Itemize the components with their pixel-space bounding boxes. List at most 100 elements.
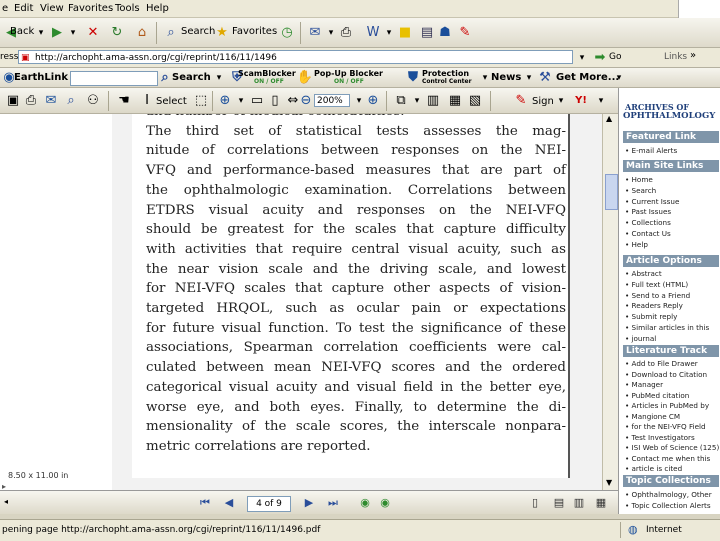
table-icon[interactable]: ▦ [446, 92, 464, 110]
sidebar-item[interactable]: • Mangione CM [625, 412, 680, 421]
scroll-thumb[interactable] [605, 174, 618, 210]
menu-file[interactable]: e [2, 3, 8, 14]
next-page-icon[interactable]: ▶ [302, 496, 316, 510]
home-icon[interactable]: ⌂ [133, 24, 151, 42]
sidebar-item[interactable]: • Test Investigators [625, 433, 695, 442]
sidebar-item[interactable]: • Search [625, 186, 656, 195]
zoom-level-input[interactable]: 200% [314, 94, 350, 107]
address-dropdown-icon[interactable]: ▾ [573, 49, 591, 67]
sidebar-item[interactable]: • Ophthalmology, Other [625, 490, 712, 499]
links-label[interactable]: Links [664, 52, 687, 62]
actual-size-icon[interactable]: ▭ [248, 92, 266, 110]
protection-button[interactable]: Protection [422, 69, 469, 78]
research-icon[interactable]: ▤ [418, 24, 436, 42]
sidebar-item[interactable]: • Help [625, 240, 648, 249]
earthlink-label[interactable]: EarthLink [14, 72, 68, 83]
sidebar-item[interactable]: • Topic Collection Alerts [625, 501, 711, 510]
history-icon[interactable]: ◷ [278, 24, 296, 42]
links-chevron-icon[interactable]: » [690, 50, 696, 61]
sign-pen-icon[interactable]: ✎ [512, 92, 530, 110]
sidebar-item[interactable]: • journal [625, 334, 656, 343]
favorites-button-label[interactable]: Favorites [232, 26, 277, 37]
snapshot-icon[interactable]: ⬚ [192, 92, 210, 110]
last-page-icon[interactable]: ⏭ [326, 496, 340, 510]
sidebar-item[interactable]: • Home [625, 175, 653, 184]
scamblocker-state[interactable]: ON / OFF [254, 78, 284, 85]
sidebar-item[interactable]: • Manager [625, 380, 663, 389]
status-scroll-left-icon[interactable]: ◂ [4, 497, 8, 506]
go-arrow-icon[interactable]: ➡ [591, 49, 609, 67]
zoom-out-icon[interactable]: ⊖ [297, 92, 315, 110]
facing-page-icon[interactable]: ▥ [572, 496, 586, 510]
continuous-facing-icon[interactable]: ▦ [594, 496, 608, 510]
refresh-icon[interactable]: ↻ [108, 24, 126, 42]
yahoo-dropdown-icon[interactable]: ▾ [592, 92, 610, 110]
sidebar-item[interactable]: • Submit reply [625, 312, 677, 321]
address-input[interactable]: ▣ http://archopht.ama-assn.org/cgi/repri… [18, 50, 573, 64]
back-button-label[interactable]: Back [10, 26, 34, 37]
protection-subtitle[interactable]: Control Center [422, 78, 472, 85]
sidebar-item[interactable]: • Add to File Drawer [625, 359, 698, 368]
earthlink-search-dropdown-icon[interactable]: ▾ [210, 69, 228, 87]
review-icon[interactable]: ▧ [466, 92, 484, 110]
go-button[interactable]: Go [609, 52, 621, 62]
news-button[interactable]: News [491, 72, 521, 83]
menu-edit[interactable]: Edit [14, 3, 33, 14]
menu-favorites[interactable]: Favorites [68, 3, 113, 14]
sidebar-item[interactable]: • ISI Web of Science (125) [625, 443, 719, 452]
pdf-search-icon[interactable]: ⌕ [62, 92, 80, 110]
forward-dropdown-icon[interactable]: ▾ [64, 24, 82, 42]
pdf-print-icon[interactable]: ⎙ [22, 92, 40, 110]
earthlink-search-input[interactable] [70, 71, 158, 86]
sidebar-item[interactable]: • Download to Citation [625, 370, 707, 379]
print-icon[interactable]: ⎙ [337, 24, 355, 42]
get-more-dropdown-icon[interactable]: ▾ [610, 69, 628, 87]
continuous-page-icon[interactable]: ▤ [552, 496, 566, 510]
select-tool-label[interactable]: Select [156, 96, 187, 107]
menu-tools[interactable]: Tools [115, 3, 140, 14]
sidebar-item[interactable]: • Contact Us [625, 229, 671, 238]
popup-blocker-button[interactable]: Pop-Up Blocker [314, 69, 383, 78]
sidebar-item[interactable]: • Collections [625, 218, 671, 227]
sign-button-label[interactable]: Sign [532, 96, 554, 107]
sign-dropdown-icon[interactable]: ▾ [552, 92, 570, 110]
page-number-input[interactable]: 4 of 9 [247, 496, 291, 512]
scroll-up-icon[interactable]: ▲ [606, 114, 612, 123]
reflow-icon[interactable]: ▥ [424, 92, 442, 110]
pdf-save-icon[interactable]: ▣ [4, 92, 22, 110]
menu-view[interactable]: View [40, 3, 64, 14]
sidebar-item[interactable]: • article is cited [625, 464, 682, 473]
previous-page-icon[interactable]: ◀ [222, 496, 236, 510]
menu-help[interactable]: Help [146, 3, 169, 14]
previous-view-icon[interactable]: ◉ [358, 496, 372, 510]
sidebar-item[interactable]: • Current Issue [625, 197, 679, 206]
sidebar-item[interactable]: • Send to a Friend [625, 291, 690, 300]
sidebar-item[interactable]: • Readers Reply [625, 301, 683, 310]
vertical-scrollbar[interactable]: ▲ ▼ [602, 114, 619, 490]
sidebar-item[interactable]: • Full text (HTML) [625, 280, 688, 289]
sidebar-item[interactable]: • Contact me when this [625, 454, 710, 463]
sidebar-item[interactable]: • for the NEI-VFQ Field [625, 422, 706, 431]
earthlink-search-button[interactable]: Search [172, 72, 211, 83]
favorites-star-icon[interactable]: ★ [213, 24, 231, 42]
sidebar-item[interactable]: • Similar articles in this [625, 323, 709, 332]
notes-icon[interactable]: ■ [396, 24, 414, 42]
stop-icon[interactable]: ✕ [84, 24, 102, 42]
pdf-email-icon[interactable]: ✉ [42, 92, 60, 110]
sidebar-item[interactable]: • Past Issues [625, 207, 671, 216]
search-button-label[interactable]: Search [181, 26, 215, 37]
popup-blocker-state[interactable]: ON / OFF [334, 78, 364, 85]
sidebar-item[interactable]: • Articles in PubMed by [625, 401, 709, 410]
sidebar-item-email-alerts[interactable]: • E-mail Alerts [625, 146, 677, 155]
fit-page-icon[interactable]: ▯ [266, 92, 284, 110]
pdf-binoculars-icon[interactable]: ⚇ [84, 92, 102, 110]
sidebar-item[interactable]: • Abstract [625, 269, 662, 278]
select-text-icon[interactable]: Ⅰ [138, 92, 156, 110]
messenger-icon[interactable]: ☗ [436, 24, 454, 42]
scroll-down-icon[interactable]: ▼ [606, 478, 612, 487]
first-page-icon[interactable]: ⏮ [198, 496, 212, 510]
yahoo-icon[interactable]: Y! [570, 92, 592, 110]
search-icon[interactable]: ⌕ [162, 24, 180, 42]
hand-tool-icon[interactable]: ☚ [115, 92, 133, 110]
next-view-icon[interactable]: ◉ [378, 496, 392, 510]
